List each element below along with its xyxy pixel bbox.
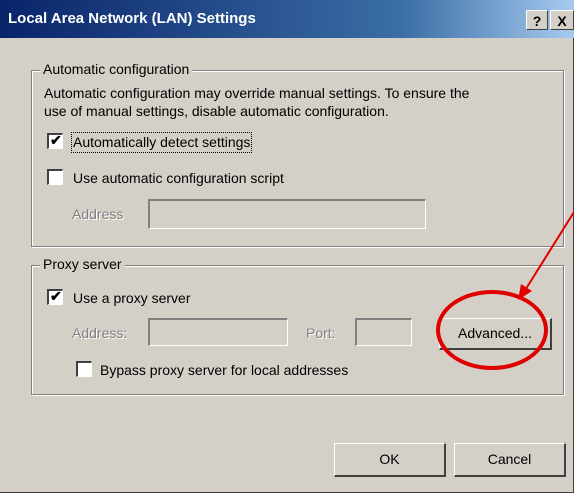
bypass-local-label[interactable]: Bypass proxy server for local addresses xyxy=(100,362,348,379)
advanced-button[interactable]: Advanced... xyxy=(439,318,552,350)
description-line-2: use of manual settings, disable automati… xyxy=(44,103,389,119)
use-config-script-label[interactable]: Use automatic configuration script xyxy=(73,170,284,187)
bypass-local-checkbox[interactable] xyxy=(76,361,92,377)
cancel-button[interactable]: Cancel xyxy=(454,443,566,477)
use-proxy-label[interactable]: Use a proxy server xyxy=(73,290,190,307)
proxy-server-group: Proxy server ✔ Use a proxy server Addres… xyxy=(31,256,564,395)
advanced-button-label: Advanced... xyxy=(458,325,532,341)
use-config-script-checkbox[interactable] xyxy=(47,169,63,185)
ok-button-label: OK xyxy=(379,451,400,467)
proxy-port-input[interactable] xyxy=(355,318,412,346)
check-icon: ✔ xyxy=(50,288,62,304)
auto-detect-label[interactable]: Automatically detect settings xyxy=(70,132,253,153)
help-button[interactable]: ? xyxy=(526,10,548,30)
help-icon: ? xyxy=(532,13,542,29)
close-icon: X xyxy=(557,13,567,29)
group-label: Automatic configuration xyxy=(40,61,193,77)
window-title: Local Area Network (LAN) Settings xyxy=(8,10,256,27)
check-icon: ✔ xyxy=(50,132,62,148)
proxy-address-input[interactable] xyxy=(148,318,288,346)
script-address-label: Address xyxy=(72,206,124,222)
description-line-1: Automatic configuration may override man… xyxy=(44,85,470,101)
automatic-configuration-group: Automatic configuration Automatic config… xyxy=(31,61,564,247)
script-address-input[interactable] xyxy=(148,199,426,229)
proxy-port-label: Port: xyxy=(306,325,336,341)
title-bar[interactable]: Local Area Network (LAN) Settings ? X xyxy=(0,0,574,38)
close-button[interactable]: X xyxy=(550,10,574,30)
lan-settings-dialog: Local Area Network (LAN) Settings ? X Au… xyxy=(0,0,574,493)
ok-button[interactable]: OK xyxy=(334,443,446,477)
use-proxy-checkbox[interactable]: ✔ xyxy=(47,288,63,305)
cancel-button-label: Cancel xyxy=(487,451,532,467)
group-label: Proxy server xyxy=(40,256,125,272)
proxy-address-label: Address: xyxy=(72,325,128,341)
auto-detect-checkbox[interactable]: ✔ xyxy=(47,132,63,149)
